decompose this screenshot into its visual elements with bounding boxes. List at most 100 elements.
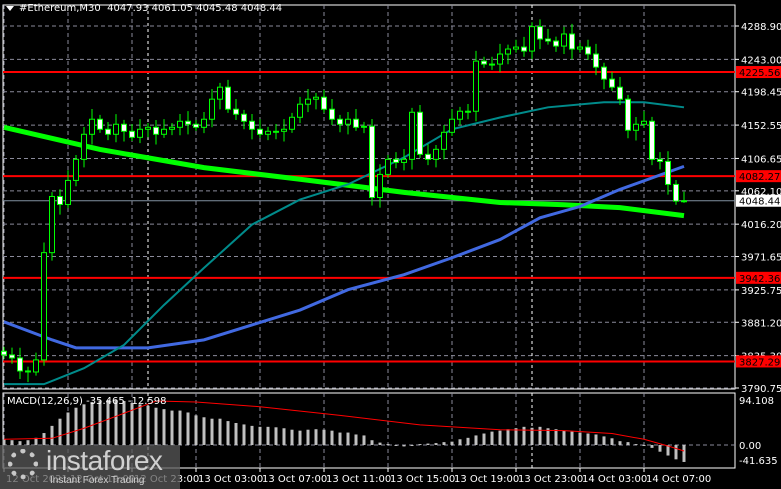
candle-body bbox=[409, 111, 415, 160]
macd-histogram-bar bbox=[90, 401, 94, 445]
price-tick-label: 4198.45 bbox=[741, 88, 781, 99]
candle-body bbox=[209, 98, 215, 120]
macd-histogram-bar bbox=[58, 418, 62, 445]
candle-body bbox=[137, 128, 143, 138]
candle-body bbox=[353, 118, 359, 128]
macd-histogram-bar bbox=[154, 407, 158, 445]
chart-header: #Ethereum,M30 4047.93 4061.05 4045.48 40… bbox=[6, 3, 282, 14]
candle-body bbox=[641, 120, 647, 125]
candle-body bbox=[321, 96, 327, 110]
candle-body bbox=[433, 148, 439, 160]
macd-histogram-bar bbox=[650, 445, 654, 448]
macd-histogram-bar bbox=[170, 410, 174, 445]
price-tick-label: 4106.65 bbox=[741, 154, 781, 165]
macd-histogram-bar bbox=[514, 428, 518, 445]
candle-body bbox=[457, 110, 463, 120]
candle-body bbox=[105, 128, 111, 135]
level-price-label: 3942.36 bbox=[739, 274, 780, 285]
candle-body bbox=[657, 158, 663, 162]
price-tick-label: 4243.00 bbox=[741, 55, 781, 66]
candle-body bbox=[417, 111, 423, 155]
symbol-label: #Ethereum,M30 bbox=[19, 3, 101, 14]
instaforex-watermark: instaforex Instant Forex Trading bbox=[0, 445, 180, 489]
candle-body bbox=[337, 118, 343, 125]
macd-histogram-bar bbox=[594, 434, 598, 445]
candle-body bbox=[41, 252, 47, 361]
macd-histogram-bar bbox=[306, 429, 310, 445]
macd-histogram-bar bbox=[82, 404, 86, 445]
macd-histogram-bar bbox=[250, 425, 254, 445]
chart-canvas[interactable]: 4288.904243.004198.454152.554106.654062.… bbox=[0, 0, 781, 489]
candle-body bbox=[569, 33, 575, 50]
candle-body bbox=[369, 125, 375, 198]
candle-body bbox=[265, 130, 271, 135]
candle-body bbox=[49, 195, 55, 254]
level-price-label: 4225.56 bbox=[739, 68, 780, 79]
time-axis-label: 13 Oct 15:00 bbox=[390, 474, 455, 485]
macd-histogram-bar bbox=[602, 436, 606, 445]
dropdown-triangle-icon[interactable] bbox=[6, 5, 14, 11]
time-axis-label: 13 Oct 03:00 bbox=[198, 474, 263, 485]
macd-histogram-bar bbox=[466, 437, 470, 445]
time-axis-label: 13 Oct 07:00 bbox=[262, 474, 327, 485]
price-tick-label: 4288.90 bbox=[741, 22, 781, 33]
macd-histogram-bar bbox=[258, 426, 262, 445]
candle-body bbox=[153, 126, 159, 135]
candle-body bbox=[121, 123, 127, 132]
candle-body bbox=[521, 46, 527, 52]
watermark-brand: instaforex bbox=[46, 445, 163, 476]
candle-body bbox=[217, 86, 223, 100]
candle-body bbox=[17, 357, 23, 372]
macd-histogram-bar bbox=[74, 407, 78, 445]
macd-tick-label: 94.108 bbox=[739, 396, 774, 407]
macd-histogram-bar bbox=[482, 433, 486, 445]
moving-average-line bbox=[4, 101, 685, 386]
macd-histogram-bar bbox=[418, 444, 422, 446]
price-tick-label: 4016.20 bbox=[741, 220, 781, 231]
macd-histogram-bar bbox=[138, 404, 142, 445]
macd-tick-label: -41.635 bbox=[739, 456, 778, 467]
macd-histogram-bar bbox=[370, 440, 374, 445]
candle-body bbox=[633, 123, 639, 131]
candle-body bbox=[393, 158, 399, 163]
moving-average-line bbox=[3, 124, 685, 219]
macd-histogram-bar bbox=[226, 421, 230, 445]
candle-body bbox=[313, 96, 319, 100]
macd-histogram-bar bbox=[362, 435, 366, 445]
macd-histogram-bar bbox=[434, 443, 438, 445]
macd-histogram-bar bbox=[506, 429, 510, 445]
candle-body bbox=[473, 60, 479, 112]
macd-histogram-bar bbox=[410, 445, 414, 446]
candle-body bbox=[73, 158, 79, 181]
price-tick-label: 3881.20 bbox=[741, 318, 781, 329]
candle-body bbox=[305, 98, 311, 105]
candle-body bbox=[481, 60, 487, 65]
candle-body bbox=[289, 116, 295, 130]
macd-histogram-bar bbox=[674, 445, 678, 460]
candle-body bbox=[617, 86, 623, 100]
price-tick-label: 3925.75 bbox=[741, 286, 781, 297]
candle-body bbox=[385, 158, 391, 175]
candle-body bbox=[97, 118, 103, 130]
macd-histogram-bar bbox=[146, 405, 150, 445]
candle-body bbox=[177, 120, 183, 128]
price-tick-label: 3790.75 bbox=[741, 384, 781, 395]
macd-histogram-bar bbox=[338, 432, 342, 445]
candle-body bbox=[281, 128, 287, 132]
candle-body bbox=[553, 40, 559, 47]
time-axis-label: 14 Oct 03:00 bbox=[582, 474, 647, 485]
macd-histogram-bar bbox=[562, 430, 566, 445]
macd-histogram-bar bbox=[618, 441, 622, 445]
macd-histogram-bar bbox=[122, 401, 126, 445]
macd-histogram-bar bbox=[570, 431, 574, 445]
candle-body bbox=[401, 158, 407, 163]
macd-histogram-bar bbox=[42, 433, 46, 445]
instaforex-logo-icon bbox=[8, 449, 38, 479]
candle-body bbox=[673, 183, 679, 202]
moving-average-line bbox=[3, 164, 685, 350]
candle-body bbox=[577, 46, 583, 50]
macd-histogram-bar bbox=[178, 410, 182, 445]
macd-histogram-bar bbox=[642, 445, 646, 446]
candle-body bbox=[665, 160, 671, 185]
candle-body bbox=[681, 200, 687, 203]
